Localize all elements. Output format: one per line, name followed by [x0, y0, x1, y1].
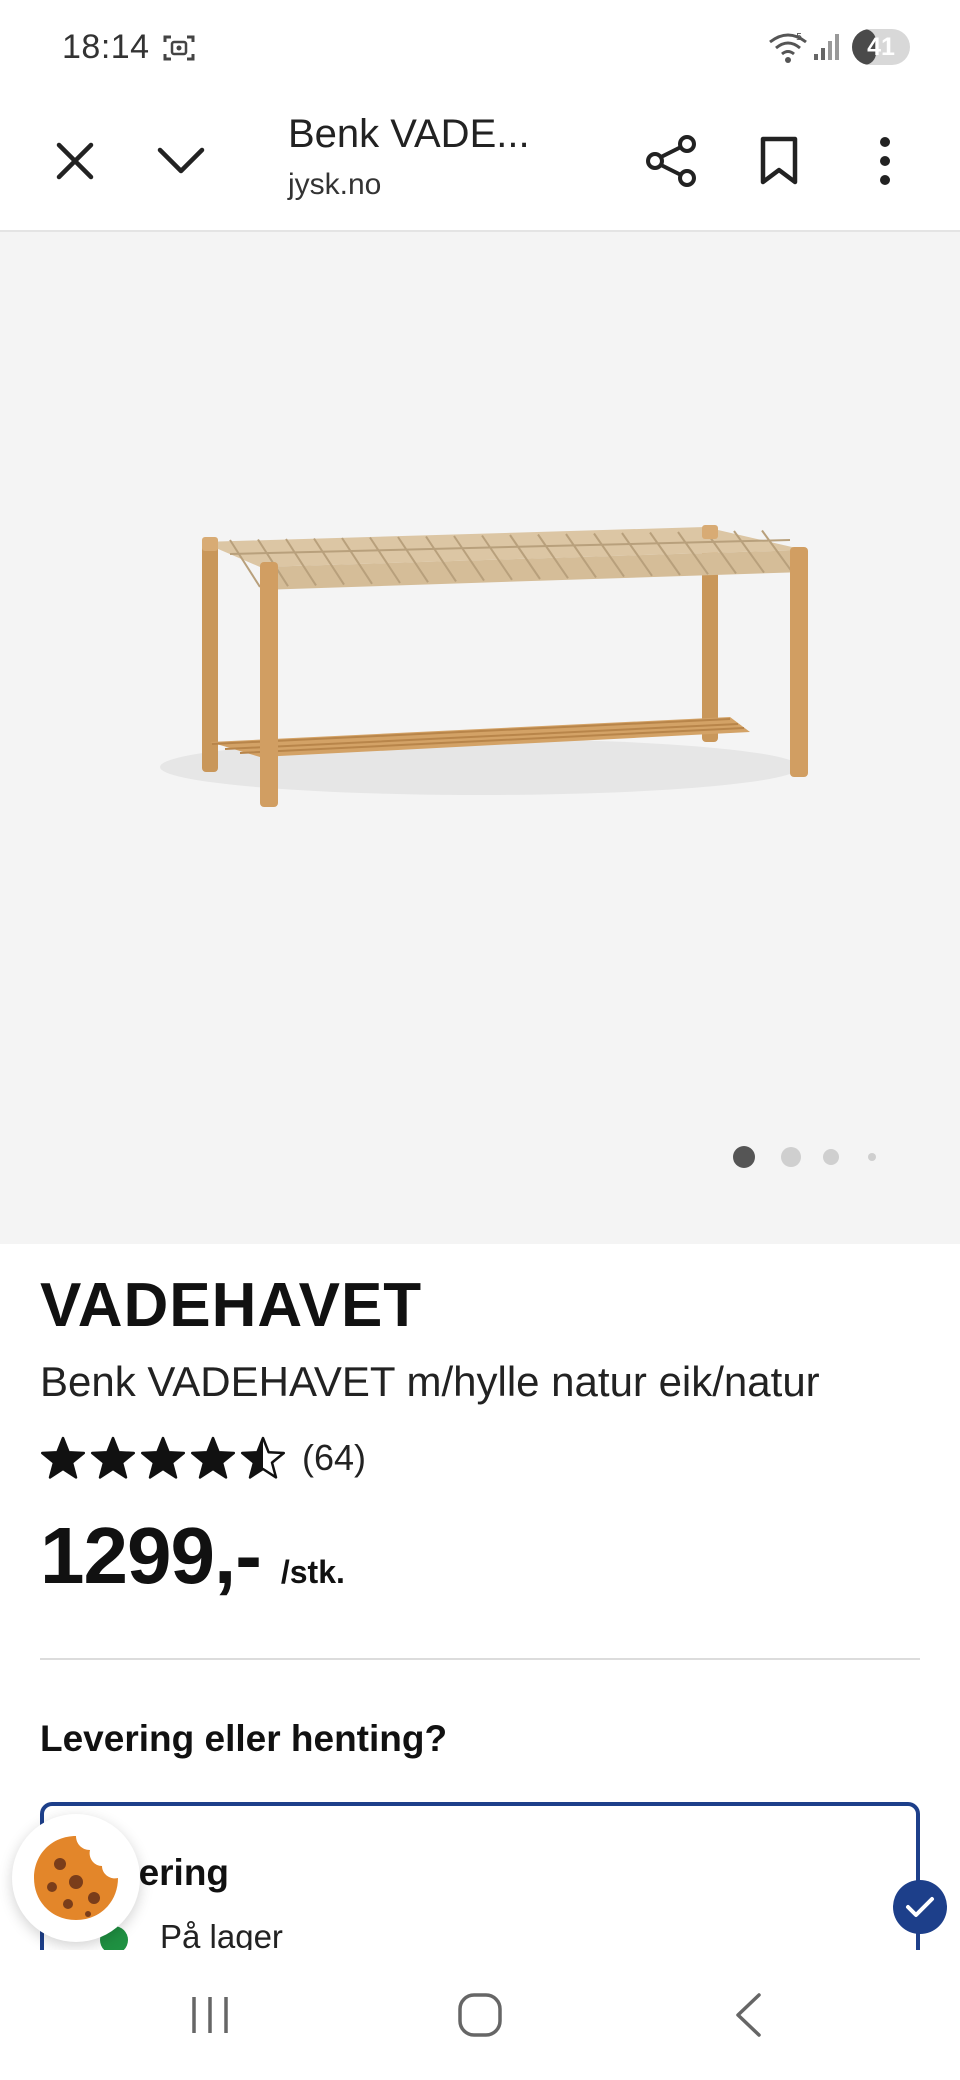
selected-check-badge	[893, 1880, 947, 1934]
gallery-pagination	[0, 1142, 960, 1172]
price-row: 1299,- /stk.	[40, 1510, 345, 1602]
more-vert-icon	[880, 137, 890, 185]
battery-icon: 41	[852, 29, 910, 65]
rating[interactable]: (64)	[40, 1432, 366, 1484]
price: 1299,-	[40, 1511, 262, 1600]
screenshot-icon	[163, 35, 195, 61]
bookmark-button[interactable]	[744, 126, 814, 196]
wifi-icon: 5	[769, 32, 807, 63]
signal-icon	[814, 34, 839, 60]
cookie-settings-button[interactable]	[12, 1814, 140, 1942]
system-navigation-bar	[0, 1950, 960, 2080]
product-image-gallery[interactable]	[0, 232, 960, 1244]
product-name: Benk VADEHAVET m/hylle natur eik/natur	[40, 1358, 820, 1405]
close-icon	[56, 142, 94, 180]
star-icon	[190, 1436, 236, 1479]
battery-level: 41	[867, 33, 895, 61]
price-unit: /stk.	[280, 1554, 345, 1590]
home-button[interactable]	[440, 1980, 520, 2050]
gallery-dot[interactable]	[823, 1149, 839, 1165]
home-icon	[458, 1993, 502, 2037]
share-icon	[646, 135, 696, 187]
star-icon	[90, 1436, 136, 1479]
cookie-icon	[34, 1836, 118, 1920]
star-icon	[140, 1436, 186, 1479]
recent-apps-button[interactable]	[170, 1980, 250, 2050]
check-icon	[906, 1897, 934, 1917]
page-title[interactable]: Benk VADE...	[288, 112, 530, 157]
star-icon	[40, 1436, 86, 1479]
star-icon	[240, 1436, 286, 1479]
rating-count[interactable]: (64)	[302, 1437, 366, 1479]
bench-image	[160, 525, 808, 807]
close-button[interactable]	[40, 126, 110, 196]
svg-text:5: 5	[796, 32, 802, 43]
more-options-button[interactable]	[850, 126, 920, 196]
back-button[interactable]	[708, 1980, 788, 2050]
gallery-dot[interactable]	[733, 1146, 755, 1168]
custom-tab-toolbar: Benk VADE... jysk.no	[0, 96, 960, 232]
gallery-dot[interactable]	[781, 1147, 801, 1167]
back-icon	[736, 1993, 761, 2037]
status-bar: 18:14 5 41	[0, 0, 960, 96]
delivery-heading: Levering eller henting?	[40, 1718, 448, 1759]
bookmark-icon	[760, 136, 798, 185]
divider	[40, 1658, 920, 1660]
product-brand: VADEHAVET	[40, 1271, 423, 1340]
gallery-dot[interactable]	[868, 1153, 876, 1161]
minimize-button[interactable]	[146, 126, 216, 196]
recent-apps-icon	[192, 1997, 228, 2033]
share-button[interactable]	[637, 126, 707, 196]
rating-stars	[40, 1435, 286, 1481]
page-domain[interactable]: jysk.no	[288, 168, 381, 202]
status-time: 18:14	[62, 28, 150, 66]
chevron-down-icon	[157, 147, 205, 174]
